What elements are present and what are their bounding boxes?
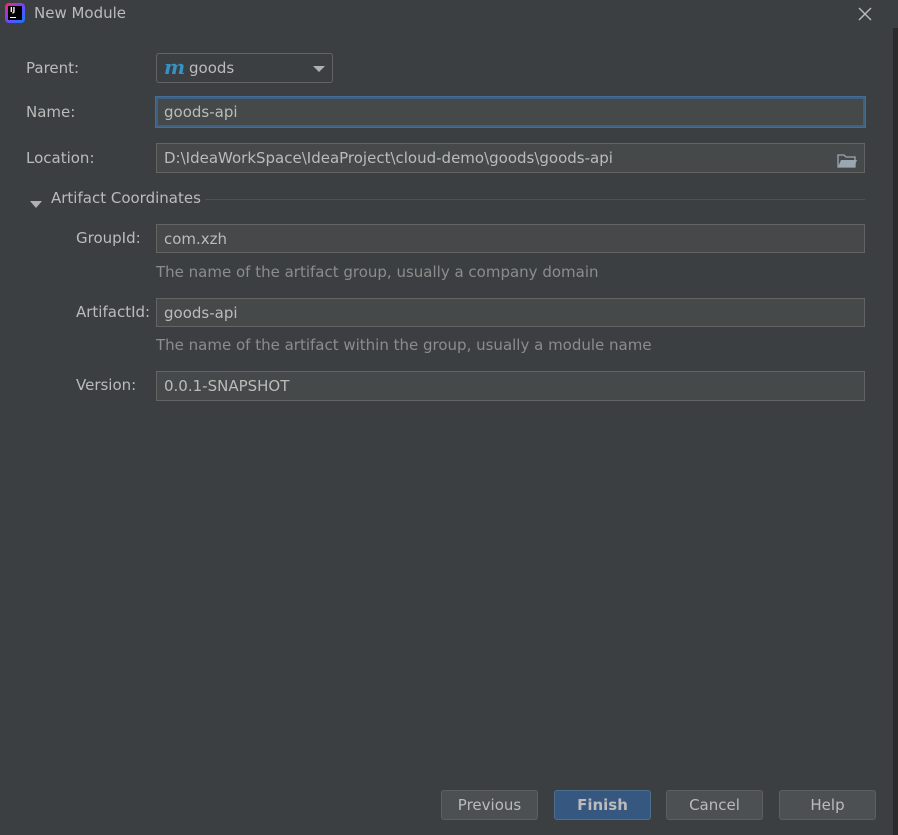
section-divider — [205, 199, 865, 200]
collapse-triangle-icon[interactable] — [30, 195, 42, 208]
version-input[interactable] — [156, 371, 865, 401]
previous-button[interactable]: Previous — [441, 790, 538, 820]
version-label: Version: — [76, 376, 137, 394]
location-field[interactable]: D:\IdeaWorkSpace\IdeaProject\cloud-demo\… — [156, 143, 865, 173]
parent-label: Parent: — [26, 59, 80, 77]
artifactid-label: ArtifactId: — [76, 303, 151, 321]
chevron-down-icon — [313, 66, 325, 72]
cancel-button[interactable]: Cancel — [666, 790, 763, 820]
folder-icon[interactable] — [837, 150, 857, 168]
parent-value: goods — [189, 59, 235, 77]
intellij-idea-icon: IJ — [5, 3, 25, 23]
location-value: D:\IdeaWorkSpace\IdeaProject\cloud-demo\… — [164, 149, 613, 167]
parent-select[interactable]: m goods — [156, 53, 333, 83]
close-icon[interactable] — [854, 3, 876, 25]
location-label: Location: — [26, 149, 95, 167]
window-edge — [893, 28, 898, 835]
groupid-input[interactable] — [156, 224, 865, 253]
title-bar: IJ New Module — [0, 0, 898, 28]
name-label: Name: — [26, 103, 76, 121]
artifact-section-title[interactable]: Artifact Coordinates — [51, 189, 201, 207]
artifactid-input[interactable] — [156, 298, 865, 327]
window-title: New Module — [34, 4, 127, 22]
help-button[interactable]: Help — [779, 790, 876, 820]
groupid-hint: The name of the artifact group, usually … — [156, 263, 599, 281]
artifactid-hint: The name of the artifact within the grou… — [156, 336, 652, 354]
groupid-label: GroupId: — [76, 229, 141, 247]
name-input[interactable] — [156, 97, 865, 127]
finish-button[interactable]: Finish — [554, 790, 651, 820]
maven-module-icon: m — [164, 55, 186, 79]
